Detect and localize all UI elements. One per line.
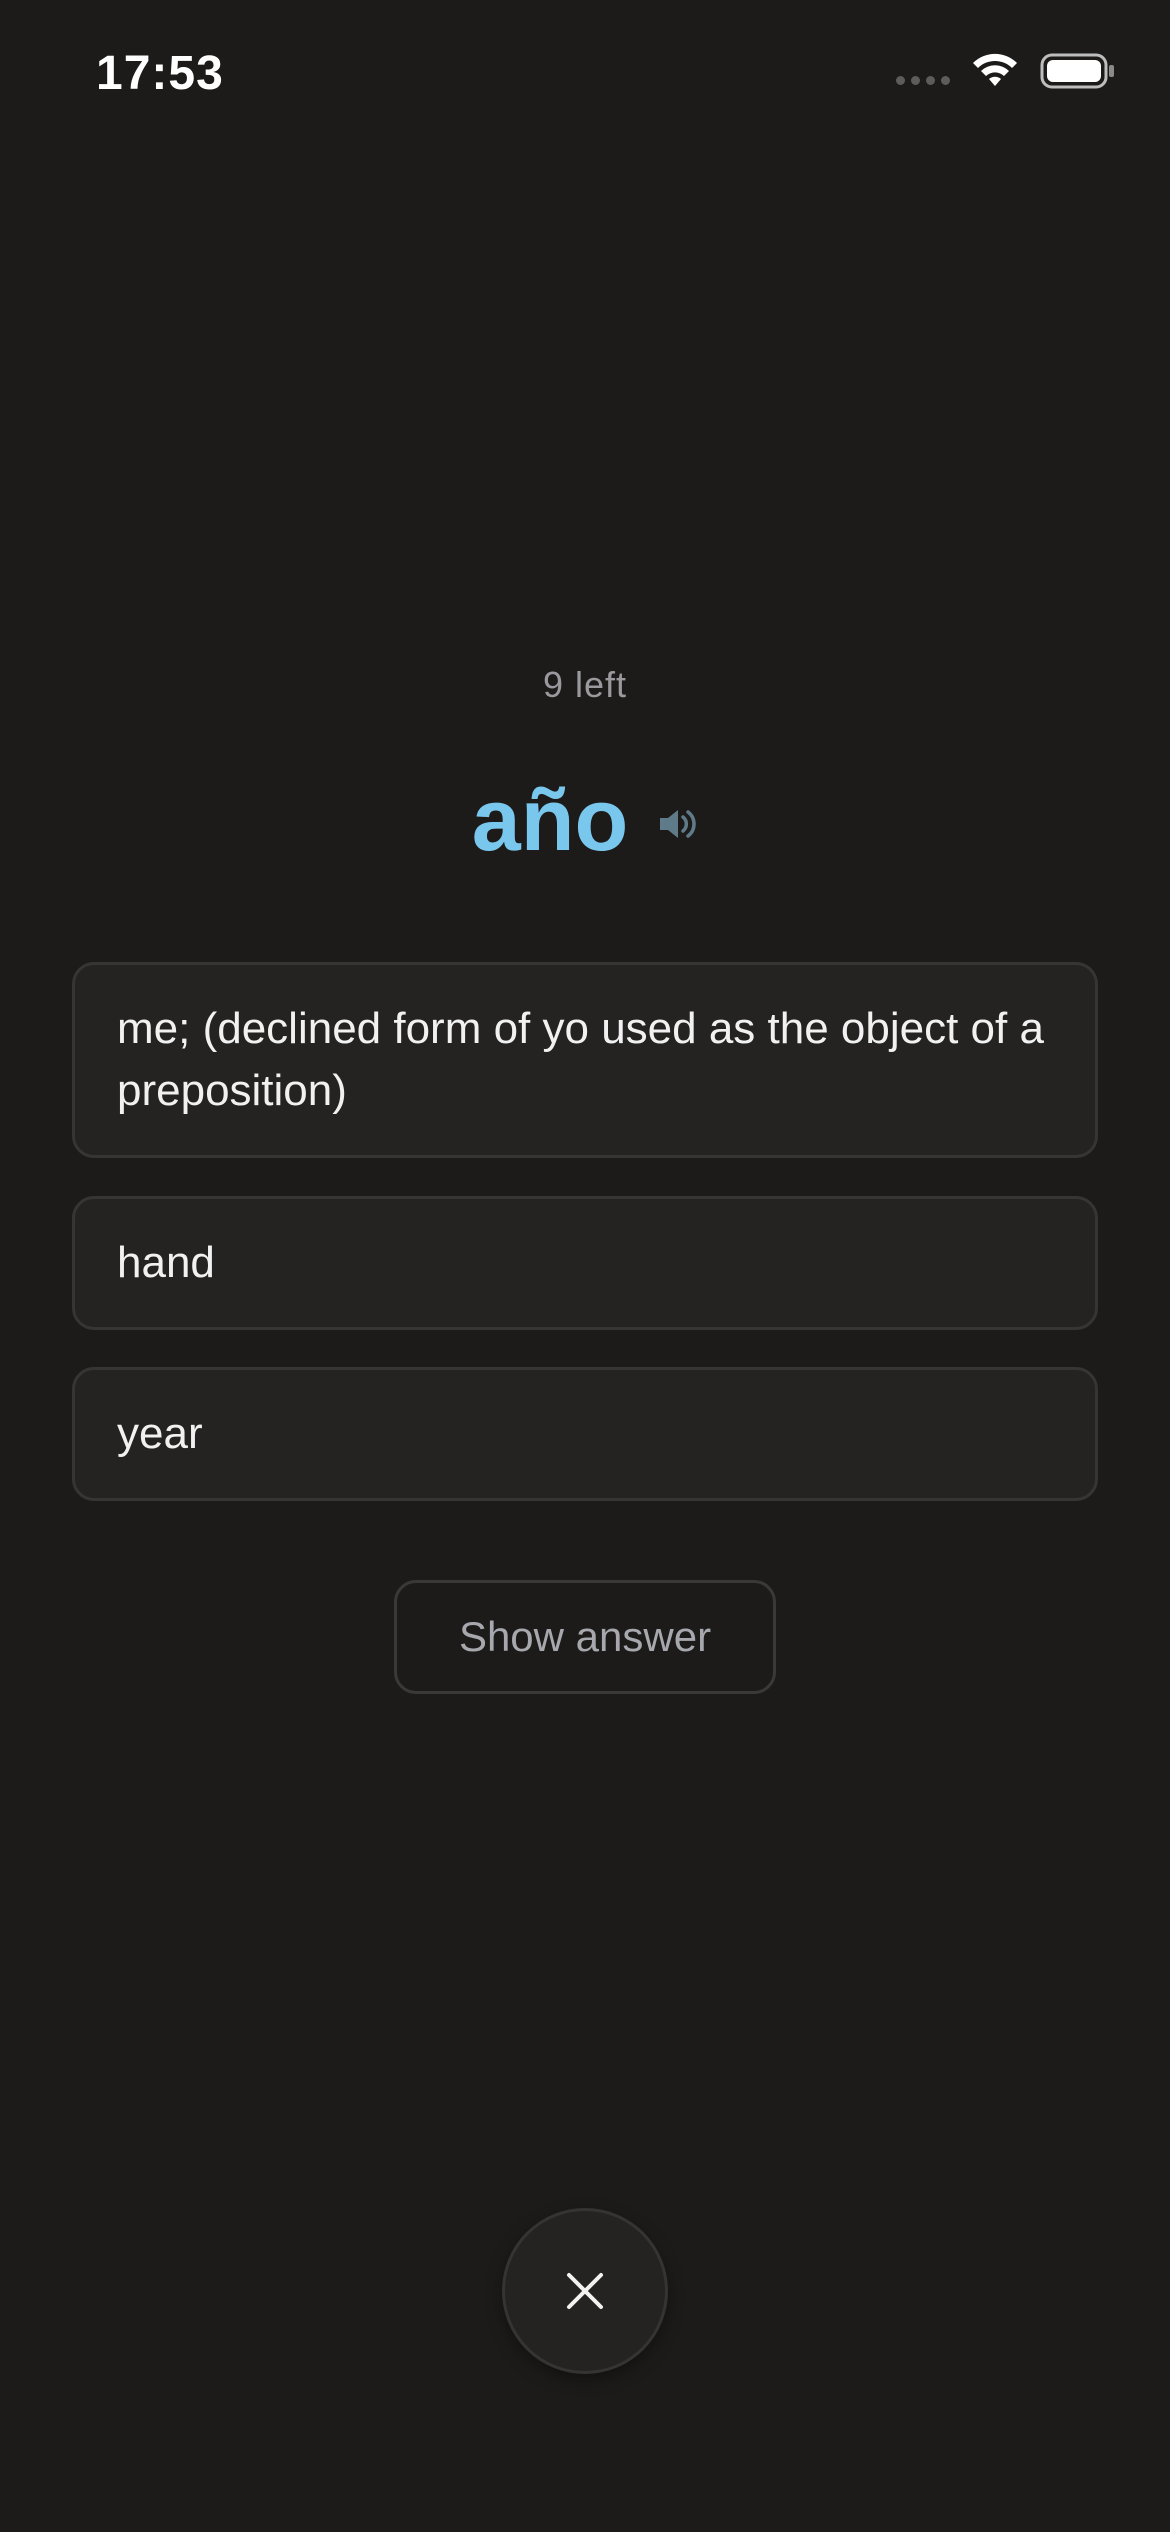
speaker-icon[interactable] [658, 807, 698, 841]
answer-option-label: year [117, 1409, 203, 1458]
prompt-word: año [471, 770, 629, 869]
cards-remaining-label: 9 left [542, 664, 628, 705]
answer-option-label: hand [117, 1238, 215, 1287]
show-answer-label: Show answer [458, 1613, 712, 1660]
close-button[interactable] [502, 2208, 668, 2374]
battery-icon [1040, 53, 1114, 89]
word-row: año [0, 760, 1170, 880]
answer-option[interactable]: hand [72, 1196, 1098, 1330]
cellular-signal-icon [896, 75, 950, 85]
status-bar: 17:53 [0, 0, 1170, 140]
show-answer-button[interactable]: Show answer [394, 1580, 776, 1694]
answer-option[interactable]: me; (declined form of yo used as the obj… [72, 962, 1098, 1158]
answer-option-label: me; (declined form of yo used as the obj… [117, 1004, 1044, 1115]
status-time: 17:53 [96, 47, 224, 100]
status-icons [896, 52, 1116, 90]
wifi-icon [973, 53, 1017, 86]
flashcard-review-screen: 17:53 9 left año me; (declined form of y… [0, 0, 1170, 2532]
answer-option[interactable]: year [72, 1367, 1098, 1501]
close-icon [567, 2273, 603, 2309]
